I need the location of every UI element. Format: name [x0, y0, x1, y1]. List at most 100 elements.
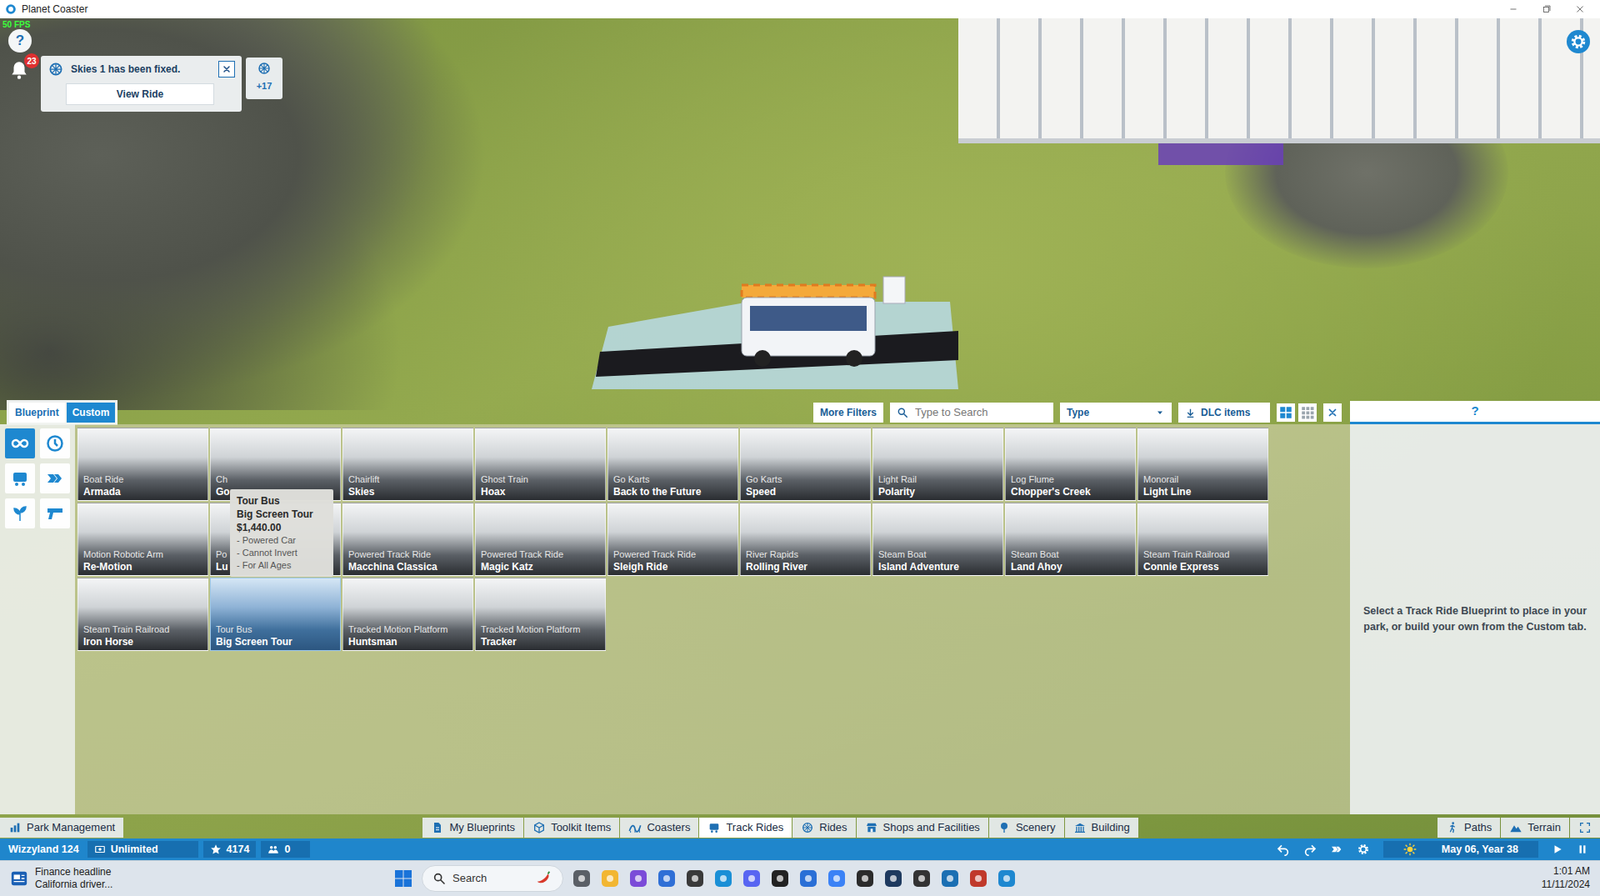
toolbar-button[interactable]: Rides [792, 817, 855, 838]
help-button[interactable]: ? [8, 29, 32, 53]
play-button[interactable] [1551, 843, 1564, 855]
weather-button[interactable] [1356, 842, 1370, 856]
view-toggle[interactable] [1276, 403, 1295, 422]
taskbar-app[interactable] [798, 868, 819, 889]
toolbar-button[interactable]: Track Rides [699, 817, 792, 838]
expand-icon [1578, 820, 1592, 835]
close-panel-button[interactable] [1323, 403, 1342, 422]
game-view[interactable]: 50 FPS?23Skies 1 has been fixed.View Rid… [0, 18, 1600, 839]
start-button[interactable] [393, 868, 414, 889]
blueprint-card[interactable]: ChairliftSkies [342, 427, 474, 501]
taskbar-search[interactable]: Search [421, 865, 564, 892]
toolbar-button[interactable]: Park Management [0, 817, 124, 838]
blueprint-card[interactable]: Tour BusBig Screen TourTour BusBig Scree… [210, 577, 341, 651]
view-ride-button[interactable]: View Ride [65, 83, 215, 105]
category-button[interactable] [40, 498, 70, 529]
toolbar-button[interactable]: Paths [1437, 817, 1500, 838]
time-controls: May 06, Year 38 [1276, 840, 1595, 858]
blueprint-card[interactable]: Tracked Motion PlatformHuntsman [342, 577, 474, 651]
planet-coaster-logo-icon [5, 3, 17, 15]
settings-button[interactable] [1566, 30, 1590, 54]
ride-type: Ch [215, 474, 335, 485]
toolbar-button[interactable]: Scenery [989, 817, 1065, 838]
undo-button[interactable] [1276, 842, 1290, 856]
dlc-filter-button[interactable]: DLC items [1178, 402, 1270, 423]
taskbar-app[interactable] [571, 868, 592, 889]
blueprint-card[interactable]: Steam Train RailroadIron Horse [77, 577, 209, 651]
blueprint-card[interactable]: Go KartsSpeed [740, 427, 871, 501]
category-button[interactable] [40, 463, 70, 494]
blueprint-card[interactable]: Steam BoatLand Ahoy [1005, 502, 1136, 576]
category-button[interactable] [5, 498, 35, 529]
ride-name: Iron Horse [83, 635, 203, 648]
blueprint-card[interactable]: Powered Track RideMacchina Classica [342, 502, 474, 576]
toolbar-button[interactable]: Terrain [1500, 817, 1570, 838]
taskbar-app[interactable] [600, 868, 620, 889]
ride-type: Powered Track Ride [480, 549, 600, 560]
blueprint-card[interactable]: Powered Track RideMagic Katz [475, 502, 606, 576]
chart-icon [8, 820, 22, 835]
redo-button[interactable] [1303, 842, 1317, 856]
taskbar-app[interactable] [713, 868, 734, 889]
blueprint-card[interactable]: Steam BoatIsland Adventure [872, 502, 1004, 576]
taskbar-app[interactable] [968, 868, 989, 889]
toolbar-label: Coasters [646, 819, 690, 836]
blueprint-card[interactable]: Tracked Motion PlatformTracker [475, 577, 606, 651]
taskbar-app[interactable] [826, 868, 847, 889]
category-button[interactable] [40, 428, 70, 459]
ride-name: Macchina Classica [348, 560, 468, 573]
ride-icon [800, 820, 815, 835]
info-panel: ?Select a Track Ride Blueprint to place … [1350, 400, 1600, 815]
taskbar-app[interactable] [911, 868, 932, 889]
blueprint-card[interactable]: Boat RideArmada [77, 427, 209, 501]
ride-type: Steam Boat [878, 549, 998, 560]
taskbar-app[interactable] [883, 868, 904, 889]
dismiss-button[interactable] [218, 60, 235, 78]
caret-down-icon [1155, 407, 1165, 418]
blueprint-card[interactable]: Steam Train RailroadConnie Express [1137, 502, 1269, 576]
taskbar-app[interactable] [741, 868, 762, 889]
taskbar-app[interactable] [940, 868, 960, 889]
blueprint-card[interactable]: MonorailLight Line [1137, 427, 1269, 501]
pause-button[interactable] [1576, 843, 1595, 855]
fullscreen-button[interactable] [1570, 817, 1600, 838]
blueprint-card[interactable]: Powered Track RideSleigh Ride [607, 502, 739, 576]
more-filters-button[interactable]: More Filters [813, 402, 884, 423]
toolbar-button[interactable]: Toolkit Items [524, 817, 620, 838]
panel-tab[interactable]: Blueprint [9, 402, 65, 423]
taskbar-app[interactable] [628, 868, 649, 889]
taskbar-app[interactable] [770, 868, 790, 889]
speed-button[interactable] [1330, 842, 1344, 856]
search-icon [896, 406, 909, 419]
taskbar-apps: Search [393, 865, 1017, 892]
category-button[interactable] [5, 428, 35, 459]
taskbar-app[interactable] [656, 868, 677, 889]
search-icon [432, 871, 446, 885]
toolbar-button[interactable]: My Blueprints [422, 817, 524, 838]
taskbar-app[interactable] [685, 868, 705, 889]
toolbar-button[interactable]: Shops and Facilities [856, 817, 989, 838]
blueprint-card[interactable]: Light RailPolarity [872, 427, 1004, 501]
taskbar-clock[interactable]: 1:01 AM11/11/2024 [1541, 865, 1590, 891]
toolbar-button[interactable]: Building [1065, 817, 1139, 838]
blueprint-card[interactable]: Motion Robotic ArmRe-Motion [77, 502, 209, 576]
type-dropdown[interactable]: Type [1060, 402, 1172, 423]
more-notifications[interactable]: +17 [245, 57, 283, 100]
info-help-button[interactable]: ? [1470, 401, 1479, 421]
blueprint-card[interactable]: Log FlumeChopper's Creek [1005, 427, 1136, 501]
taskbar-app[interactable] [855, 868, 875, 889]
ride-type: Tour Bus [215, 624, 335, 635]
taskbar-app[interactable] [996, 868, 1017, 889]
blueprint-card[interactable]: Go KartsBack to the Future [607, 427, 739, 501]
category-button[interactable] [5, 463, 35, 494]
ride-name: Polarity [878, 485, 998, 498]
panel-tab[interactable]: Custom [66, 402, 116, 423]
news-widget[interactable]: Finance headlineCalifornia driver... [10, 865, 310, 891]
toolbar-label: Rides [819, 819, 847, 836]
search-input[interactable] [913, 403, 1047, 422]
blueprint-card[interactable]: Ghost TrainHoax [475, 427, 606, 501]
view-toggle[interactable] [1298, 403, 1317, 422]
blueprint-card[interactable]: River RapidsRolling River [740, 502, 871, 576]
toolbar-button[interactable]: Coasters [620, 817, 699, 838]
play-icon [1551, 843, 1564, 855]
